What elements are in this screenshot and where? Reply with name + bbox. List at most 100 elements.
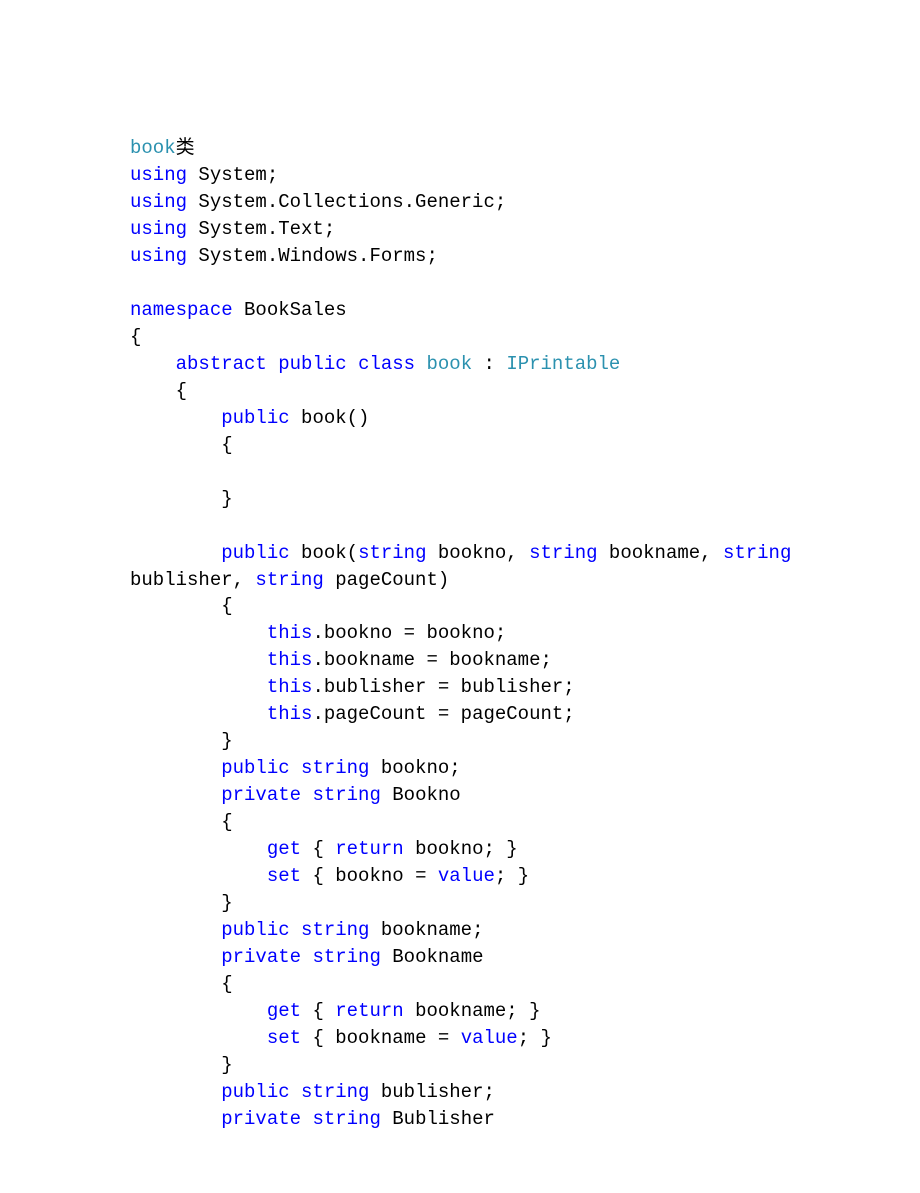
code-token: { [301,838,335,860]
code-token [130,784,221,806]
code-token: IPrintable [506,353,620,375]
code-token: string [723,542,791,564]
code-token: bublisher, [130,569,255,591]
code-token: bookname; [369,919,483,941]
code-token: System; [187,164,278,186]
code-token: using [130,245,187,267]
code-token: System.Collections.Generic; [187,191,506,213]
code-line: using System.Text; [130,216,790,243]
code-token: abstract [176,353,267,375]
code-token: this [267,703,313,725]
code-token [267,353,278,375]
code-line: this.pageCount = pageCount; [130,701,790,728]
code-token [130,353,176,375]
code-line: } [130,1052,790,1079]
code-token: public [221,919,289,941]
code-token [130,622,267,644]
code-line: public string bookno; [130,755,790,782]
code-token: set [267,865,301,887]
code-line: this.bublisher = bublisher; [130,674,790,701]
code-line: set { bookname = value; } [130,1025,790,1052]
code-token: string [358,542,426,564]
code-line: { [130,971,790,998]
code-token: string [301,1081,369,1103]
code-line: private string Bublisher [130,1106,790,1133]
code-line: { [130,432,790,459]
code-line: { [130,378,790,405]
code-token: book [130,137,176,159]
code-line: private string Bookno [130,782,790,809]
code-token: public [221,757,289,779]
code-token: System.Text; [187,218,335,240]
code-token: value [461,1027,518,1049]
code-token [301,946,312,968]
code-token [130,1108,221,1130]
code-line: using System.Windows.Forms; [130,243,790,270]
code-token [130,865,267,887]
code-token: bublisher; [369,1081,494,1103]
code-token: { [301,1000,335,1022]
code-token: return [335,1000,403,1022]
code-line: } [130,486,790,513]
code-token: } [130,730,233,752]
code-token [130,649,267,671]
code-token: bookname; } [404,1000,541,1022]
code-token: { bookno = [301,865,438,887]
code-token: string [312,1108,380,1130]
code-token [130,1081,221,1103]
code-token: this [267,676,313,698]
code-line: abstract public class book : IPrintable [130,351,790,378]
code-line: } [130,728,790,755]
code-block: book类using System;using System.Collectio… [130,135,790,1133]
code-token: string [312,946,380,968]
code-page: book类using System;using System.Collectio… [0,0,920,1193]
code-line: this.bookname = bookname; [130,647,790,674]
code-token: using [130,164,187,186]
code-line: public string bookname; [130,917,790,944]
code-line: this.bookno = bookno; [130,620,790,647]
code-token: public [221,1081,289,1103]
code-line: { [130,324,790,351]
code-token: Bookno [381,784,461,806]
code-token: } [130,488,233,510]
code-token [130,1000,267,1022]
code-token: this [267,622,313,644]
code-token [301,1108,312,1130]
code-token [130,946,221,968]
code-token: } [130,892,233,914]
code-line: { [130,593,790,620]
code-token: 类 [176,137,195,159]
code-token: string [312,784,380,806]
code-line: get { return bookno; } [130,836,790,863]
code-token: class [358,353,415,375]
code-token [130,542,221,564]
code-token: { [130,380,187,402]
code-line: { [130,809,790,836]
code-token: { [130,973,233,995]
code-token: string [255,569,323,591]
code-line: bublisher, string pageCount) [130,567,790,594]
code-token: .pageCount = pageCount; [312,703,574,725]
code-token: .bookname = bookname; [312,649,551,671]
code-token: pageCount) [324,569,449,591]
code-line [130,459,790,486]
code-line [130,270,790,297]
code-token: .bookno = bookno; [312,622,506,644]
code-token: string [301,757,369,779]
code-token: { bookname = [301,1027,461,1049]
code-token: } [130,1054,233,1076]
code-line: namespace BookSales [130,297,790,324]
code-token: : [472,353,506,375]
code-token: using [130,218,187,240]
code-line: public book(string bookno, string bookna… [130,540,790,567]
code-token [290,1081,301,1103]
code-token: BookSales [233,299,347,321]
code-token: string [529,542,597,564]
code-token [130,919,221,941]
code-token: return [335,838,403,860]
code-token: Bookname [381,946,484,968]
code-token: { [130,811,233,833]
code-token [130,838,267,860]
code-token: string [301,919,369,941]
code-token: get [267,1000,301,1022]
